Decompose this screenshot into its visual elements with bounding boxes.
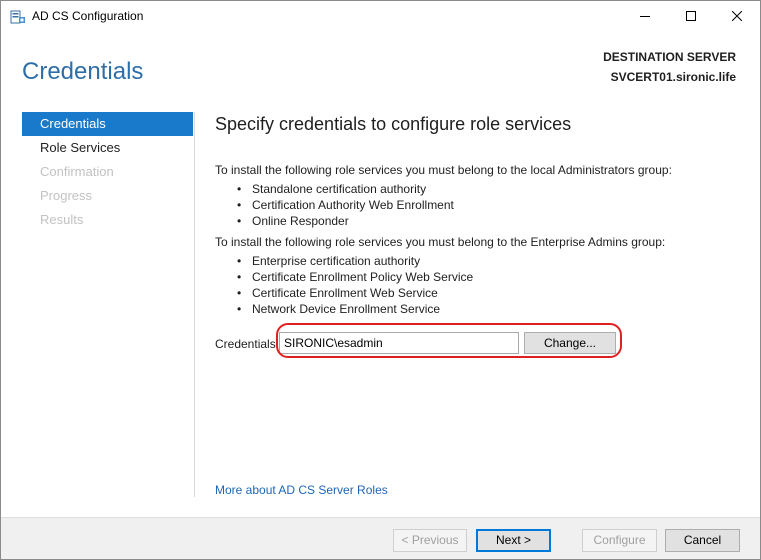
credentials-field[interactable] — [279, 332, 519, 354]
local-admin-services-list: Standalone certification authority Certi… — [237, 181, 454, 229]
minimize-icon — [640, 8, 650, 26]
credentials-label: Credentials: — [215, 337, 280, 351]
sidebar-divider — [194, 112, 195, 497]
maximize-button[interactable] — [668, 1, 714, 32]
ad-cs-configuration-window: AD CS Configuration Credentials DESTINAT… — [0, 0, 761, 560]
list-item: Online Responder — [237, 213, 454, 229]
enterprise-admin-services-list: Enterprise certification authority Certi… — [237, 253, 473, 317]
cancel-button[interactable]: Cancel — [665, 529, 740, 552]
list-item: Network Device Enrollment Service — [237, 301, 473, 317]
list-item: Standalone certification authority — [237, 181, 454, 197]
sidebar-item-credentials[interactable]: Credentials — [22, 112, 193, 136]
wizard-footer: < Previous Next > Configure Cancel — [1, 517, 760, 559]
next-button[interactable]: Next > — [476, 529, 551, 552]
more-about-roles-link[interactable]: More about AD CS Server Roles — [215, 483, 388, 497]
list-item: Certification Authority Web Enrollment — [237, 197, 454, 213]
maximize-icon — [686, 8, 696, 26]
sidebar-item-role-services[interactable]: Role Services — [22, 136, 193, 160]
previous-button[interactable]: < Previous — [393, 529, 467, 552]
local-admins-text: To install the following role services y… — [215, 163, 672, 177]
page-title: Credentials — [22, 58, 144, 85]
list-item: Certificate Enrollment Policy Web Servic… — [237, 269, 473, 285]
destination-server-label: DESTINATION SERVER — [603, 50, 736, 64]
minimize-button[interactable] — [622, 1, 668, 32]
wizard-step-list: Credentials Role Services Confirmation P… — [22, 112, 193, 232]
list-item: Enterprise certification authority — [237, 253, 473, 269]
section-title: Specify credentials to configure role se… — [215, 114, 572, 134]
list-item: Certificate Enrollment Web Service — [237, 285, 473, 301]
enterprise-admins-text: To install the following role services y… — [215, 235, 666, 249]
server-cert-icon — [10, 9, 26, 25]
title-bar[interactable]: AD CS Configuration — [1, 1, 760, 32]
window-title: AD CS Configuration — [32, 9, 144, 23]
close-button[interactable] — [714, 1, 760, 32]
sidebar-item-results: Results — [40, 212, 84, 227]
close-icon — [731, 8, 743, 26]
sidebar-item-confirmation: Confirmation — [40, 164, 114, 179]
configure-button[interactable]: Configure — [582, 529, 657, 552]
change-credentials-button[interactable]: Change... — [524, 332, 616, 354]
sidebar-item-progress: Progress — [40, 188, 93, 203]
destination-server-name: SVCERT01.sironic.life — [610, 70, 736, 84]
